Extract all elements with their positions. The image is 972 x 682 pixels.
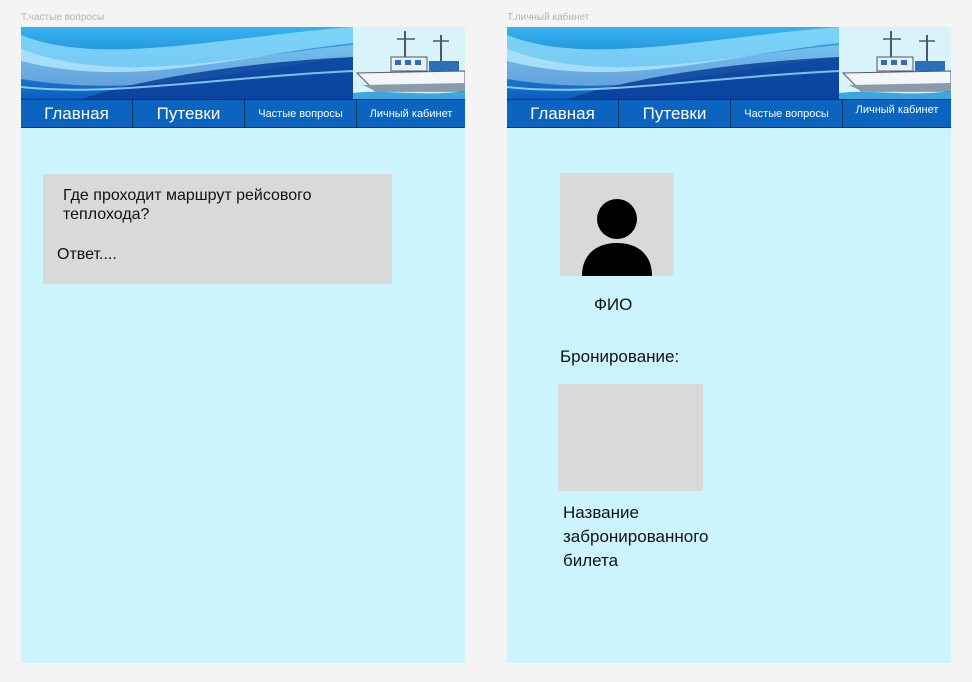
ticket-image[interactable] [558, 384, 703, 491]
profile-frame: Главная Путевки Частые вопросы Личный ка… [507, 27, 951, 663]
main-nav: Главная Путевки Частые вопросы Личный ка… [507, 99, 951, 128]
user-fio: ФИО [594, 295, 633, 314]
ship-illustration [353, 27, 465, 99]
nav-tours[interactable]: Путевки [619, 100, 731, 127]
nav-tours[interactable]: Путевки [133, 100, 245, 127]
nav-home[interactable]: Главная [507, 100, 619, 127]
nav-faq[interactable]: Частые вопросы [731, 100, 843, 127]
ticket-name: Название забронированного билета [563, 503, 709, 570]
faq-frame: Главная Путевки Частые вопросы Личный ка… [21, 27, 465, 663]
header-banner [507, 27, 951, 99]
main-nav: Главная Путевки Частые вопросы Личный ка… [21, 99, 465, 128]
faq-card[interactable]: Где проходит маршрут рейсового теплохода… [43, 174, 392, 284]
nav-home[interactable]: Главная [21, 100, 133, 127]
ship-illustration [839, 27, 951, 99]
avatar [560, 173, 673, 276]
booking-heading: Бронирование: [560, 347, 680, 366]
frame-label-faq: Т.частые вопросы [21, 12, 105, 23]
user-silhouette-icon [582, 199, 652, 276]
nav-account[interactable]: Личный кабинет [843, 100, 951, 127]
frame-label-profile: Т.личный кабинет [507, 12, 590, 23]
header-banner [21, 27, 465, 99]
faq-answer: Ответ.... [57, 246, 117, 263]
faq-question: Где проходит маршрут рейсового теплохода… [63, 187, 312, 223]
nav-account[interactable]: Личный кабинет [357, 100, 465, 127]
nav-faq[interactable]: Частые вопросы [245, 100, 357, 127]
